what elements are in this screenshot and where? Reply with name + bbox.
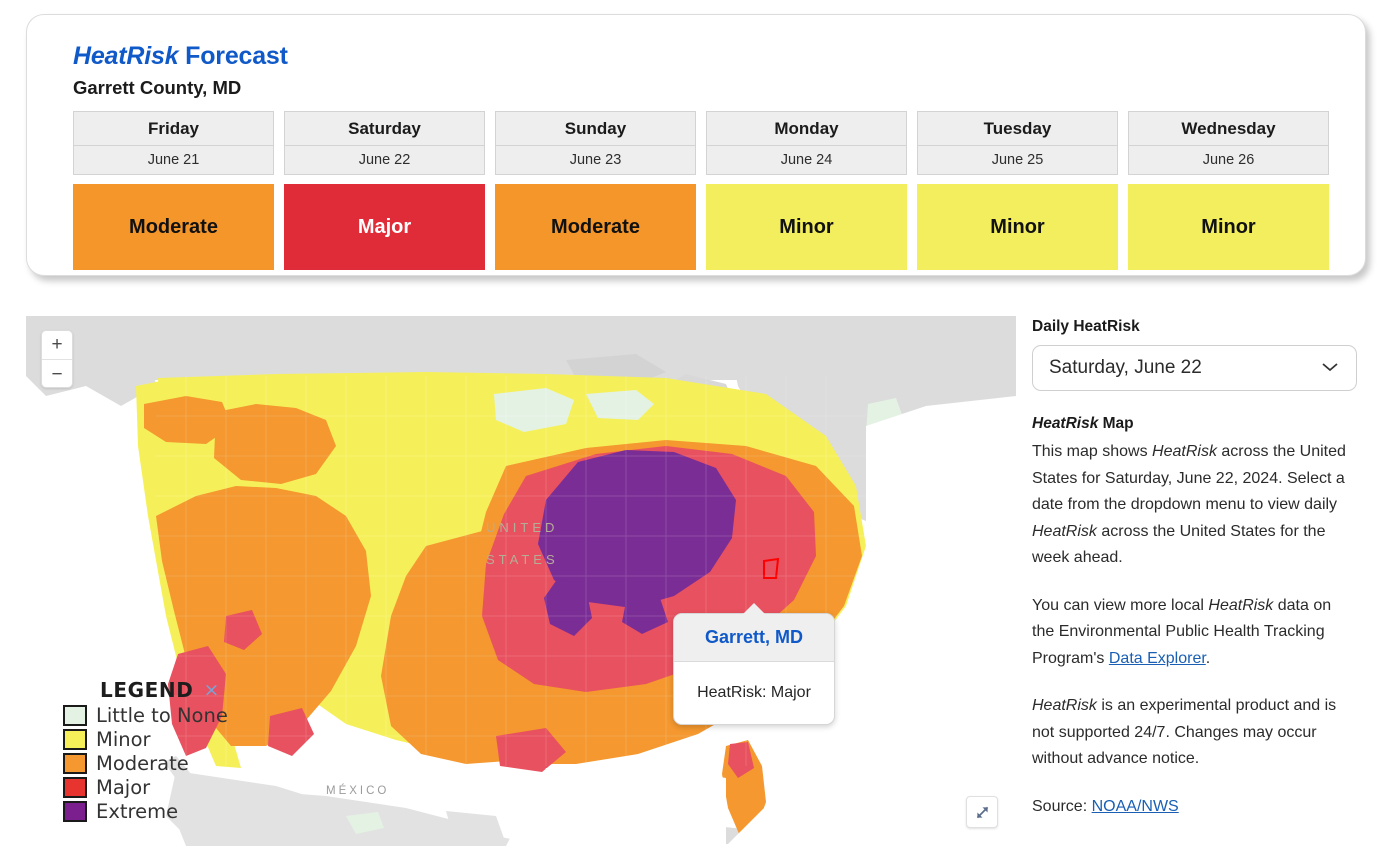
page-title: HeatRisk Forecast bbox=[73, 42, 1343, 71]
legend-item: Major bbox=[63, 776, 228, 799]
forecast-card: HeatRisk Forecast Garrett County, MD Fri… bbox=[26, 14, 1366, 276]
forecast-day-date: June 22 bbox=[358, 152, 411, 168]
forecast-day-name: Saturday bbox=[285, 112, 484, 146]
legend-item: Moderate bbox=[63, 752, 228, 775]
date-select[interactable]: Saturday, June 22 bbox=[1032, 345, 1357, 391]
legend-header: LEGEND × bbox=[100, 678, 228, 702]
forecast-day-header: Tuesday June 25 bbox=[917, 111, 1118, 175]
map-legend: LEGEND × Little to None Minor Moderate Majo… bbox=[63, 678, 228, 824]
forecast-day-header: Friday June 21 bbox=[73, 111, 274, 175]
p1-a: This map shows bbox=[1032, 443, 1153, 460]
map-label-united-states: UNITED bbox=[486, 520, 558, 535]
source-link[interactable]: NOAA/NWS bbox=[1092, 798, 1179, 815]
map-sidebar: Daily HeatRisk Saturday, June 22 HeatRis… bbox=[1032, 318, 1362, 820]
forecast-location: Garrett County, MD bbox=[73, 77, 242, 98]
heatrisk-page: HeatRisk Forecast Garrett County, MD Fri… bbox=[0, 0, 1396, 862]
close-icon[interactable]: × bbox=[203, 680, 219, 700]
p2-a: You can view more local bbox=[1032, 596, 1209, 614]
legend-label: Major bbox=[96, 776, 151, 799]
legend-swatch bbox=[63, 729, 87, 750]
p3-it: HeatRisk bbox=[1032, 697, 1097, 714]
p1-it1: HeatRisk bbox=[1152, 443, 1217, 460]
forecast-day-header: Sunday June 23 bbox=[495, 111, 696, 175]
forecast-day-header: Wednesday June 26 bbox=[1128, 111, 1329, 175]
map-description-heading-rest: Map bbox=[1098, 415, 1134, 432]
map-zoom-controls: + − bbox=[41, 330, 73, 388]
forecast-day-name: Sunday bbox=[496, 112, 695, 146]
map-label-mexico: MÉXICO bbox=[326, 784, 389, 797]
p1-it2: HeatRisk bbox=[1032, 522, 1097, 540]
forecast-day-date: June 23 bbox=[569, 152, 622, 168]
forecast-day-level[interactable]: Minor bbox=[706, 184, 907, 270]
p2-it: HeatRisk bbox=[1208, 596, 1274, 614]
legend-swatch bbox=[63, 753, 87, 774]
page-title-rest: Forecast bbox=[178, 42, 288, 70]
daily-heatrisk-label: Daily HeatRisk bbox=[1032, 318, 1140, 335]
expand-icon bbox=[976, 806, 988, 818]
tooltip-title: Garrett, MD bbox=[674, 614, 834, 662]
expand-map-button[interactable] bbox=[966, 796, 998, 828]
legend-item: Little to None bbox=[63, 704, 228, 727]
forecast-day-date: June 26 bbox=[1202, 152, 1255, 168]
map-description-paragraph: This map shows HeatRisk across the Unite… bbox=[1032, 439, 1357, 572]
forecast-day-level[interactable]: Major bbox=[284, 184, 485, 270]
forecast-day-values: Moderate Major Moderate Minor Minor Minor bbox=[73, 184, 1329, 270]
forecast-day-header: Saturday June 22 bbox=[284, 111, 485, 175]
map-description-heading: HeatRisk Map bbox=[1032, 415, 1362, 433]
legend-swatch bbox=[63, 705, 87, 726]
date-select-value: Saturday, June 22 bbox=[1049, 357, 1202, 378]
forecast-day-level[interactable]: Minor bbox=[1128, 184, 1329, 270]
data-explorer-paragraph: You can view more local HeatRisk data on… bbox=[1032, 593, 1357, 673]
chevron-down-icon bbox=[1320, 357, 1340, 379]
legend-swatch bbox=[63, 777, 87, 798]
tooltip-body: HeatRisk: Major bbox=[697, 684, 811, 701]
data-explorer-link[interactable]: Data Explorer bbox=[1109, 650, 1206, 667]
forecast-day-date: June 25 bbox=[991, 152, 1044, 168]
map-description-heading-brand: HeatRisk bbox=[1032, 415, 1099, 432]
legend-rows: Little to None Minor Moderate Major Extreme bbox=[63, 704, 228, 823]
forecast-day-headers: Friday June 21 Saturday June 22 Sunday June 2… bbox=[73, 111, 1329, 175]
county-tooltip[interactable]: Garrett, MD HeatRisk: Major bbox=[673, 603, 835, 725]
legend-label: Minor bbox=[96, 728, 151, 751]
forecast-day-name: Tuesday bbox=[918, 112, 1117, 146]
forecast-day-name: Monday bbox=[707, 112, 906, 146]
legend-title: LEGEND bbox=[100, 678, 194, 702]
p2-c: . bbox=[1205, 649, 1211, 667]
zoom-out-button[interactable]: − bbox=[42, 360, 72, 389]
source-label: Source: bbox=[1032, 797, 1092, 815]
legend-item: Extreme bbox=[63, 800, 228, 823]
forecast-day-level[interactable]: Moderate bbox=[495, 184, 696, 270]
forecast-day-date: June 21 bbox=[147, 152, 200, 168]
legend-swatch bbox=[63, 801, 87, 822]
legend-label: Extreme bbox=[96, 800, 179, 823]
zoom-in-button[interactable]: + bbox=[42, 331, 72, 360]
legend-item: Minor bbox=[63, 728, 228, 751]
forecast-day-level[interactable]: Moderate bbox=[73, 184, 274, 270]
page-title-brand: HeatRisk bbox=[73, 42, 179, 70]
source-line: Source: NOAA/NWS bbox=[1032, 794, 1357, 821]
forecast-day-name: Wednesday bbox=[1129, 112, 1328, 146]
map-label-united-states-2: STATES bbox=[486, 552, 559, 567]
forecast-day-level[interactable]: Minor bbox=[917, 184, 1118, 270]
forecast-day-date: June 24 bbox=[780, 152, 833, 168]
forecast-day-name: Friday bbox=[74, 112, 273, 146]
legend-label: Little to None bbox=[96, 704, 228, 727]
heatrisk-map[interactable]: UNITED STATES MÉXICO + − LEGEND × Little… bbox=[26, 316, 1016, 846]
forecast-day-header: Monday June 24 bbox=[706, 111, 907, 175]
disclaimer-paragraph: HeatRisk is an experimental product and … bbox=[1032, 693, 1357, 773]
legend-label: Moderate bbox=[96, 752, 189, 775]
